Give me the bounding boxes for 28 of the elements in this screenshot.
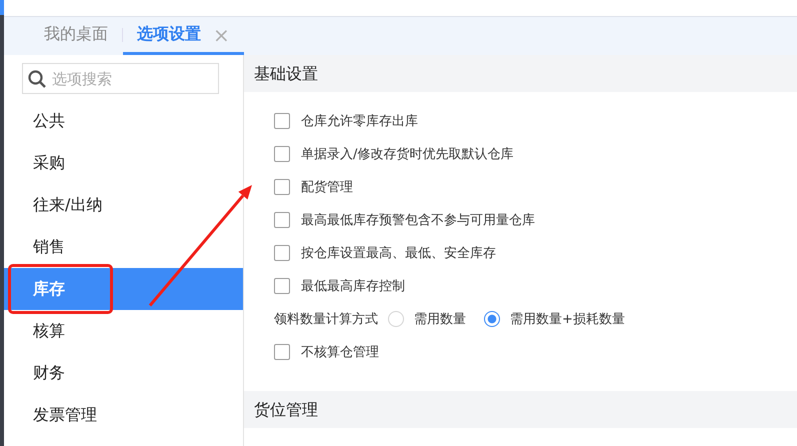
sidebar-item[interactable]: 发票管理 — [4, 394, 243, 436]
checkbox[interactable] — [274, 112, 290, 128]
option-label: 不核算仓管理 — [301, 344, 379, 360]
option-label: 最低最高库存控制 — [301, 278, 405, 294]
section-header: 基础设置 — [244, 55, 797, 92]
option-label: 最高最低库存预警包含不参与可用量仓库 — [301, 212, 535, 228]
option-label: 按仓库设置最高、最低、安全库存 — [301, 244, 496, 262]
radio-label: 需用数量+损耗数量 — [510, 310, 625, 328]
search-field[interactable]: 选项搜索 — [22, 63, 219, 94]
sidebar-item[interactable]: 销售 — [4, 226, 243, 268]
checkbox[interactable] — [274, 146, 290, 162]
option-label: 单据录入/修改存货时优先取默认仓库 — [301, 146, 514, 162]
sidebar-item[interactable]: 财务 — [4, 352, 243, 394]
checkbox[interactable] — [274, 344, 290, 360]
option-label: 领料数量计算方式 — [274, 310, 378, 328]
section-header: 货位管理 — [244, 391, 797, 428]
sidebar-item[interactable]: 公共 — [4, 100, 243, 142]
radio-button[interactable] — [484, 310, 500, 326]
sidebar-item[interactable]: 往来/出纳 — [4, 184, 243, 226]
checkbox[interactable] — [274, 278, 290, 294]
checkbox[interactable] — [274, 212, 290, 228]
checkbox[interactable] — [274, 244, 290, 260]
option-label: 仓库允许零库存出库 — [301, 112, 418, 130]
sidebar-item[interactable]: 核算 — [4, 310, 243, 352]
sidebar-item[interactable]: 采购 — [4, 142, 243, 184]
checkbox[interactable] — [274, 178, 290, 194]
option-label: 配货管理 — [301, 178, 353, 196]
radio-label: 需用数量 — [414, 310, 466, 328]
